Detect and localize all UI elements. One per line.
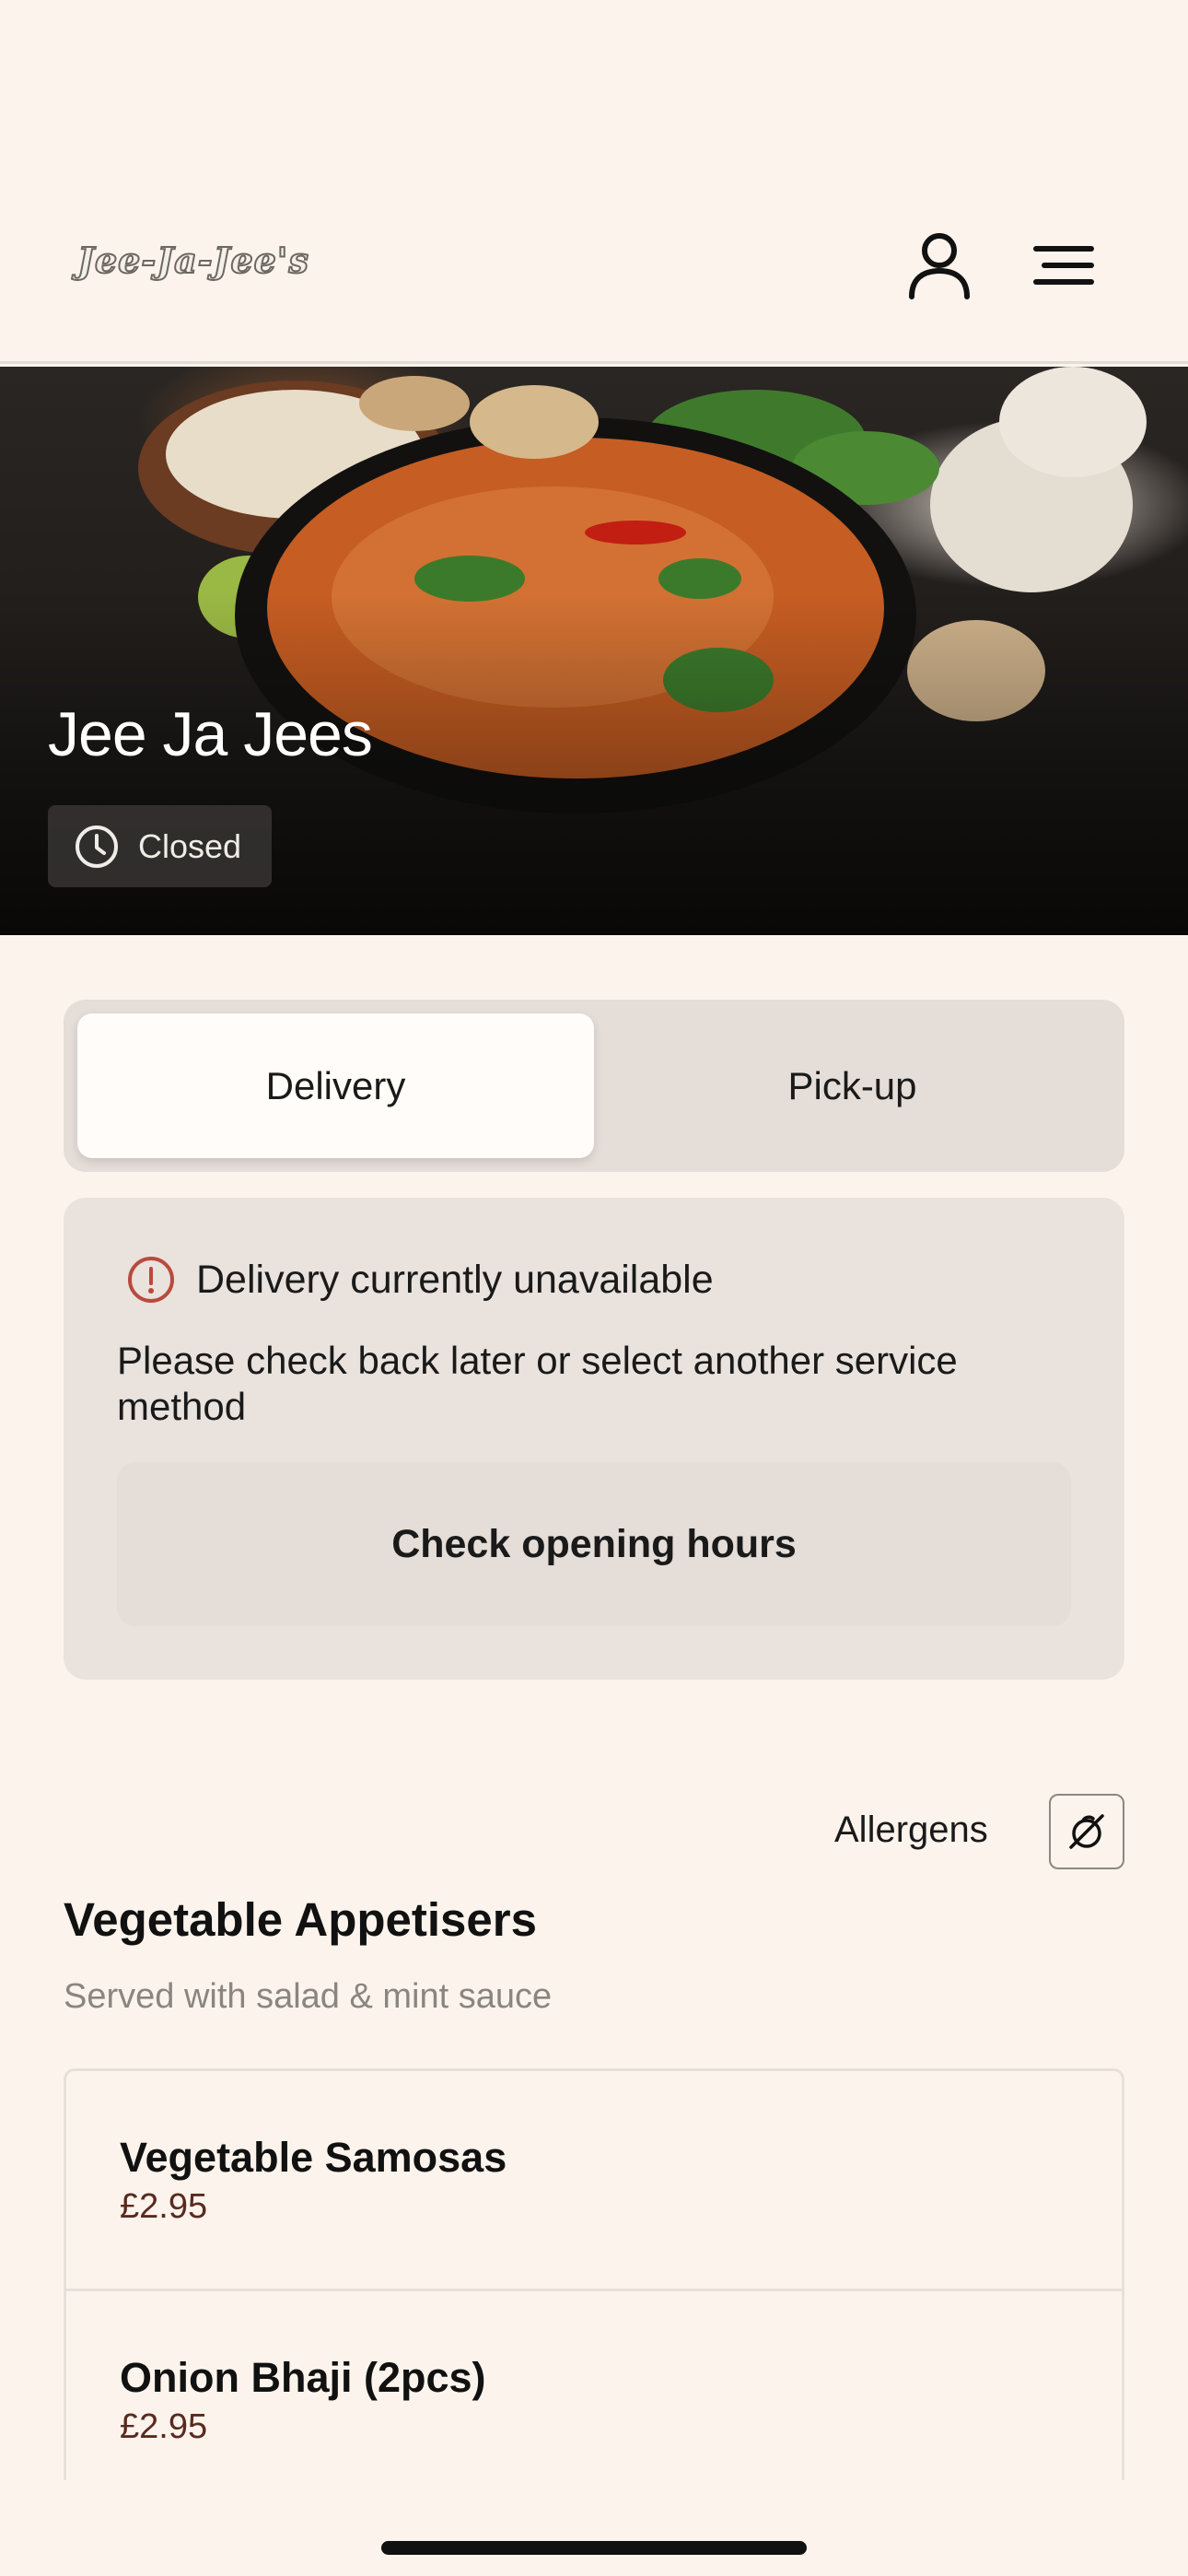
top-header: Jee-Ja-Jee's: [0, 0, 1188, 364]
service-toggle: Delivery Pick-up: [64, 1000, 1124, 1172]
allergens-label: Allergens: [834, 1809, 988, 1850]
user-icon: [909, 233, 970, 299]
menu-item-price: £2.95: [120, 2187, 208, 2226]
pickup-option[interactable]: Pick-up: [594, 1013, 1111, 1158]
menu-icon: [1033, 246, 1094, 285]
clock-icon: [76, 825, 118, 868]
notice-message: Please check back later or select anothe…: [117, 1339, 958, 1428]
menu-item-name: Vegetable Samosas: [120, 2134, 507, 2181]
notice-header: Delivery currently unavailable: [126, 1255, 714, 1305]
account-button[interactable]: [898, 224, 981, 307]
brand-logo[interactable]: Jee-Ja-Jee's: [76, 239, 309, 282]
menu-item-name: Onion Bhaji (2pcs): [120, 2354, 486, 2401]
delivery-unavailable-notice: Delivery currently unavailable Please ch…: [64, 1198, 1124, 1680]
category-title: Vegetable Appetisers: [64, 1893, 537, 1946]
allergen-filter-icon: [1069, 1814, 1104, 1849]
home-indicator[interactable]: [381, 2541, 807, 2555]
status-text: Closed: [138, 826, 242, 865]
category-subtitle: Served with salad & mint sauce: [64, 1977, 553, 2016]
bottom-safe-area: [0, 2480, 1188, 2576]
hamburger-menu-button[interactable]: [1022, 224, 1105, 307]
allergens-button[interactable]: [1049, 1794, 1124, 1869]
menu-item[interactable]: Vegetable Samosas £2.95: [64, 2068, 1124, 2294]
check-opening-hours-button[interactable]: Check opening hours: [117, 1462, 1071, 1626]
status-badge: Closed: [48, 805, 272, 887]
notice-title: Delivery currently unavailable: [196, 1257, 714, 1302]
delivery-option[interactable]: Delivery: [77, 1013, 594, 1158]
menu-item-price: £2.95: [120, 2407, 208, 2446]
restaurant-name: Jee Ja Jees: [48, 699, 373, 769]
hero-banner: Jee Ja Jees Closed: [0, 367, 1188, 935]
info-icon: [128, 1257, 174, 1303]
